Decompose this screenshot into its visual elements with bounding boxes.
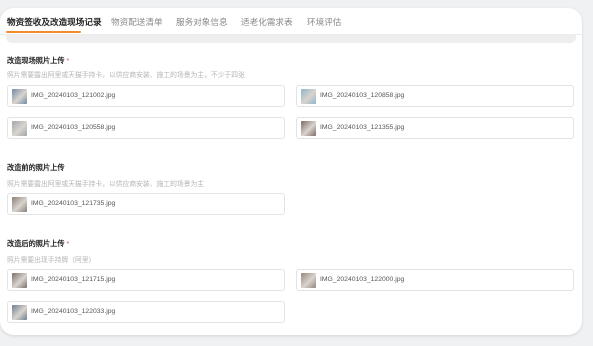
file-item[interactable]: IMG_20240103_122000.jpg: [296, 269, 574, 291]
form-card: 物资签收及改造现场记录 物资配送清单 服务对象信息 适老化需求表 环境评估 改造…: [0, 8, 582, 335]
file-name: IMG_20240103_120858.jpg: [320, 92, 405, 99]
tab-delivery-list[interactable]: 物资配送清单: [111, 16, 163, 28]
tab-bar: 物资签收及改造现场记录 物资配送清单 服务对象信息 适老化需求表 环境评估: [0, 8, 582, 35]
file-name: IMG_20240103_121355.jpg: [320, 124, 405, 131]
image-thumbnail: [12, 305, 27, 320]
file-item[interactable]: IMG_20240103_121735.jpg: [7, 193, 285, 215]
image-thumbnail: [12, 89, 27, 104]
file-item[interactable]: IMG_20240103_121002.jpg: [7, 85, 285, 107]
file-item[interactable]: IMG_20240103_122033.jpg: [7, 301, 285, 323]
section-title-before-photos: 改造前的照片上传: [7, 163, 65, 172]
image-thumbnail: [12, 273, 27, 288]
section-title-after-photos: 改造后的照片上传 *: [7, 239, 70, 248]
tab-client-info[interactable]: 服务对象信息: [176, 16, 228, 28]
required-mark: *: [66, 239, 70, 248]
file-name: IMG_20240103_122000.jpg: [320, 276, 405, 283]
section-hint-before-photos: 照片需要露出阿里或天猫手持卡，以供应商安装、施工的场景为主: [7, 181, 205, 188]
section-title-site-photos: 改造现场照片上传 *: [7, 56, 70, 65]
file-item[interactable]: IMG_20240103_121355.jpg: [296, 117, 574, 139]
image-thumbnail: [12, 121, 27, 136]
section-hint-site-photos: 照片需要露出阿里或天猫手持卡，以供应商安装、施工的场景为主，不少于四张: [7, 72, 245, 79]
tab-environment-assessment[interactable]: 环境评估: [307, 16, 341, 28]
file-item[interactable]: IMG_20240103_121715.jpg: [7, 269, 285, 291]
file-item[interactable]: IMG_20240103_120858.jpg: [296, 85, 574, 107]
active-tab-indicator: [6, 31, 81, 33]
image-thumbnail: [12, 197, 27, 212]
tab-signoff-record[interactable]: 物资签收及改造现场记录: [7, 16, 102, 28]
previous-field-edge: [6, 35, 576, 43]
tab-aging-needs[interactable]: 适老化需求表: [241, 16, 293, 28]
file-item[interactable]: IMG_20240103_120558.jpg: [7, 117, 285, 139]
image-thumbnail: [301, 273, 316, 288]
image-thumbnail: [301, 121, 316, 136]
file-name: IMG_20240103_121715.jpg: [31, 276, 116, 283]
section-hint-after-photos: 照片需要出现手持牌（阿里）: [7, 257, 96, 264]
image-thumbnail: [301, 89, 316, 104]
file-name: IMG_20240103_122033.jpg: [31, 308, 116, 315]
required-mark: *: [66, 56, 70, 65]
file-name: IMG_20240103_121735.jpg: [31, 200, 116, 207]
file-name: IMG_20240103_121002.jpg: [31, 92, 116, 99]
file-name: IMG_20240103_120558.jpg: [31, 124, 116, 131]
